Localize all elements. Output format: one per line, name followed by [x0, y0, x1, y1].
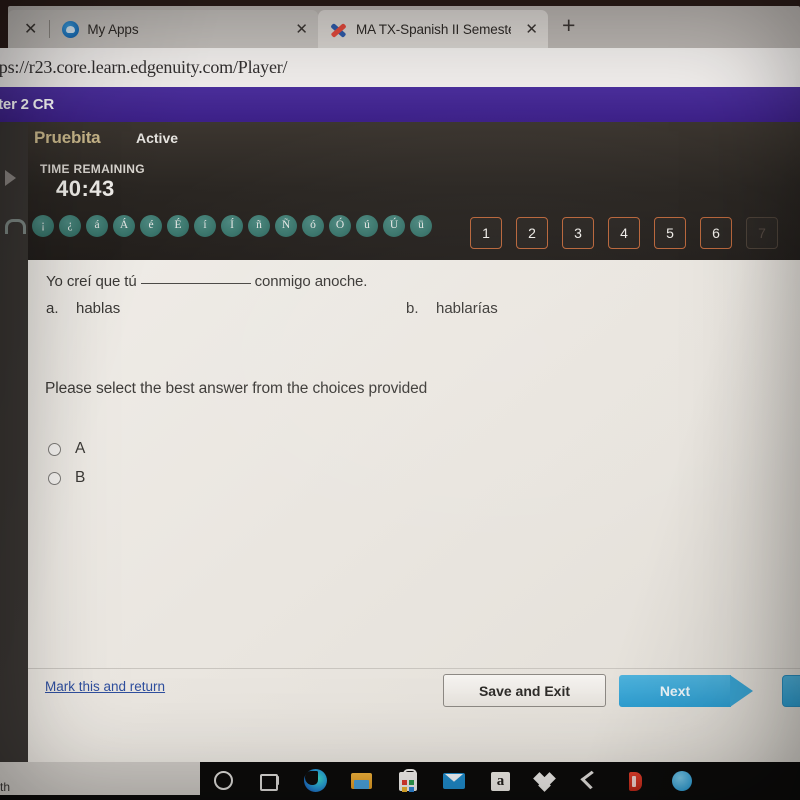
new-tab-button[interactable]: +	[548, 13, 589, 41]
url-text: tps://r23.core.learn.edgenuity.com/Playe…	[0, 57, 288, 77]
time-remaining-label: TIME REMAINING	[40, 162, 145, 176]
accent-char-button[interactable]: Í	[221, 215, 243, 237]
edgenuity-x-icon	[328, 20, 348, 38]
next-button[interactable]: Next	[619, 675, 754, 707]
question-option-b: b. hablarías	[406, 300, 498, 317]
address-bar[interactable]: tps://r23.core.learn.edgenuity.com/Playe…	[0, 48, 800, 87]
question-stem: Yo creí que tú conmigo anoche.	[46, 273, 367, 290]
play-arrow-icon[interactable]	[2, 167, 24, 189]
course-title: ster 2 CR	[0, 96, 55, 113]
question-number-button[interactable]: 4	[608, 217, 640, 249]
browser-tab-spanish-course[interactable]: MA TX-Spanish II Semester 2 CR ✕	[318, 10, 548, 48]
course-header: ster 2 CR	[0, 87, 800, 122]
accent-char-button[interactable]: É	[167, 215, 189, 237]
answer-choice-a[interactable]: A	[48, 440, 85, 458]
amazon-glyph: a	[491, 772, 510, 791]
accent-char-button[interactable]: ¡	[32, 215, 54, 237]
close-icon[interactable]: ✕	[519, 20, 538, 38]
answer-choice-label: A	[75, 440, 86, 457]
mail-icon[interactable]	[442, 769, 466, 793]
lesson-title: Pruebita	[34, 128, 101, 147]
window-close-icon[interactable]: ✕	[18, 19, 41, 39]
question-number-button[interactable]: 3	[562, 217, 594, 249]
option-letter: a.	[46, 300, 59, 317]
accent-char-button[interactable]: Ñ	[275, 215, 297, 237]
radio-button[interactable]	[48, 442, 61, 456]
option-text: hablarías	[436, 300, 498, 317]
accent-char-button[interactable]: é	[140, 215, 162, 237]
option-letter: b.	[406, 300, 419, 317]
accent-char-button[interactable]: ú	[356, 215, 378, 237]
question-number-button[interactable]: 2	[516, 217, 548, 249]
browser-tab-my-apps[interactable]: ✕ My Apps ✕	[8, 10, 318, 48]
time-remaining-value: 40:43	[56, 176, 115, 201]
taskbar-search-box[interactable]	[0, 762, 200, 795]
accent-char-button[interactable]: Ó	[329, 215, 351, 237]
accent-char-button[interactable]: Á	[113, 215, 135, 237]
taskbar-icons: a	[212, 764, 694, 798]
question-number-button[interactable]: 6	[700, 217, 732, 249]
question-number-button[interactable]: 7	[746, 217, 778, 249]
cloud-icon	[62, 20, 80, 38]
accent-char-button[interactable]: í	[194, 215, 216, 237]
cortana-icon[interactable]	[212, 769, 236, 793]
radio-button[interactable]	[48, 471, 61, 485]
question-number-button[interactable]: 5	[654, 217, 686, 249]
question-option-a: a. hablas	[46, 300, 120, 317]
accent-char-button[interactable]: ¿	[59, 215, 81, 237]
close-icon[interactable]: ✕	[289, 20, 308, 38]
accent-char-button[interactable]: Ú	[383, 215, 405, 237]
tab-divider	[49, 20, 51, 38]
instruction-text: Please select the best answer from the c…	[45, 380, 428, 397]
accent-char-button[interactable]: ñ	[248, 215, 270, 237]
task-view-icon[interactable]	[258, 769, 282, 793]
question-number-button[interactable]: 1	[470, 217, 502, 249]
browser-titlebar: ✕ My Apps ✕ MA TX-Spanish II Semester 2 …	[0, 0, 800, 48]
answer-choice-b[interactable]: B	[48, 469, 85, 487]
accent-char-button[interactable]: á	[86, 215, 108, 237]
arrow-icon[interactable]	[578, 769, 602, 793]
blue-circle-icon[interactable]	[670, 769, 694, 793]
footer-divider	[28, 668, 800, 669]
answer-blank	[140, 283, 251, 284]
question-navigation: 1234567	[470, 217, 778, 249]
headphones-icon[interactable]	[2, 214, 26, 236]
file-explorer-icon[interactable]	[350, 769, 374, 793]
amazon-icon[interactable]: a	[488, 769, 512, 793]
answer-choice-label: B	[75, 469, 86, 486]
screen-photo: ✕ My Apps ✕ MA TX-Spanish II Semester 2 …	[0, 0, 800, 800]
edge-icon[interactable]	[304, 769, 328, 793]
question-stem-before: Yo creí que tú	[46, 273, 137, 290]
left-sidebar	[0, 122, 28, 762]
secondary-blue-button[interactable]	[782, 675, 800, 707]
save-and-exit-button[interactable]: Save and Exit	[443, 674, 606, 707]
question-stem-after: conmigo anoche.	[254, 273, 368, 290]
browser-tabstrip: ✕ My Apps ✕ MA TX-Spanish II Semester 2 …	[8, 6, 800, 48]
accent-char-button[interactable]: ó	[302, 215, 324, 237]
accent-character-toolbar: ¡ ¿ á Áé Éí Íñ Ñó Óú Úü	[32, 215, 432, 237]
next-button-label: Next	[619, 675, 731, 707]
taskbar-search-text: th	[0, 780, 11, 794]
dropbox-icon[interactable]	[533, 771, 556, 792]
office-icon[interactable]	[624, 769, 648, 793]
lesson-status-badge: Active	[136, 130, 179, 146]
accent-char-button[interactable]: ü	[410, 215, 432, 237]
next-arrow-icon	[730, 675, 753, 707]
microsoft-store-icon[interactable]	[396, 769, 420, 793]
browser-tab-label: My Apps	[87, 21, 139, 37]
browser-tab-label: MA TX-Spanish II Semester 2 CR	[356, 21, 511, 37]
mark-this-and-return-link[interactable]: Mark this and return	[45, 679, 165, 694]
option-text: hablas	[76, 300, 121, 317]
